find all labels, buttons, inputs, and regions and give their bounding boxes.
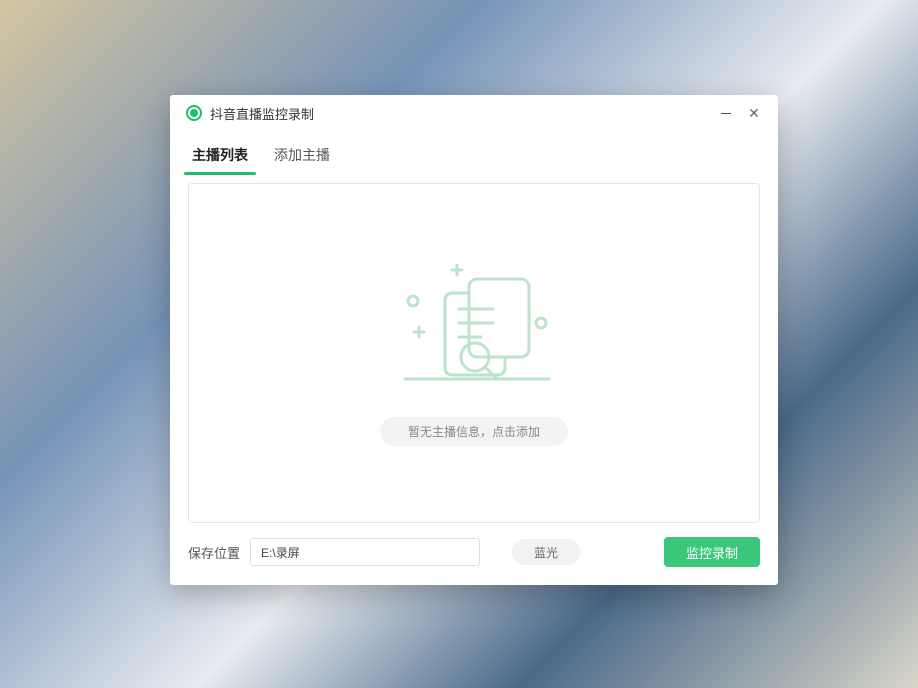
titlebar: 抖音直播监控录制 ✕	[170, 95, 778, 131]
app-icon	[186, 105, 202, 121]
tabs: 主播列表 添加主播	[170, 131, 778, 175]
window-title: 抖音直播监控录制	[210, 104, 314, 123]
minimize-button[interactable]	[712, 99, 740, 127]
app-window: 抖音直播监控录制 ✕ 主播列表 添加主播	[170, 95, 778, 585]
empty-message-text: 暂无主播信息，点击添加	[408, 425, 540, 439]
close-button[interactable]: ✕	[740, 99, 768, 127]
record-button[interactable]: 监控录制	[664, 537, 760, 567]
save-location-label: 保存位置	[188, 543, 240, 562]
tab-label: 添加主播	[274, 147, 330, 163]
tab-label: 主播列表	[192, 147, 248, 163]
empty-illustration-icon	[379, 261, 569, 401]
footer: 保存位置 蓝光 监控录制	[170, 523, 778, 585]
close-icon: ✕	[748, 106, 760, 120]
save-path-input[interactable]	[250, 538, 480, 566]
record-label: 监控录制	[686, 546, 738, 561]
tab-streamer-list[interactable]: 主播列表	[188, 139, 252, 175]
minimize-icon	[721, 113, 731, 114]
quality-button[interactable]: 蓝光	[512, 539, 580, 565]
quality-label: 蓝光	[534, 546, 558, 560]
tab-add-streamer[interactable]: 添加主播	[270, 139, 334, 175]
empty-message-button[interactable]: 暂无主播信息，点击添加	[380, 417, 568, 446]
content-panel: 暂无主播信息，点击添加	[188, 183, 760, 523]
